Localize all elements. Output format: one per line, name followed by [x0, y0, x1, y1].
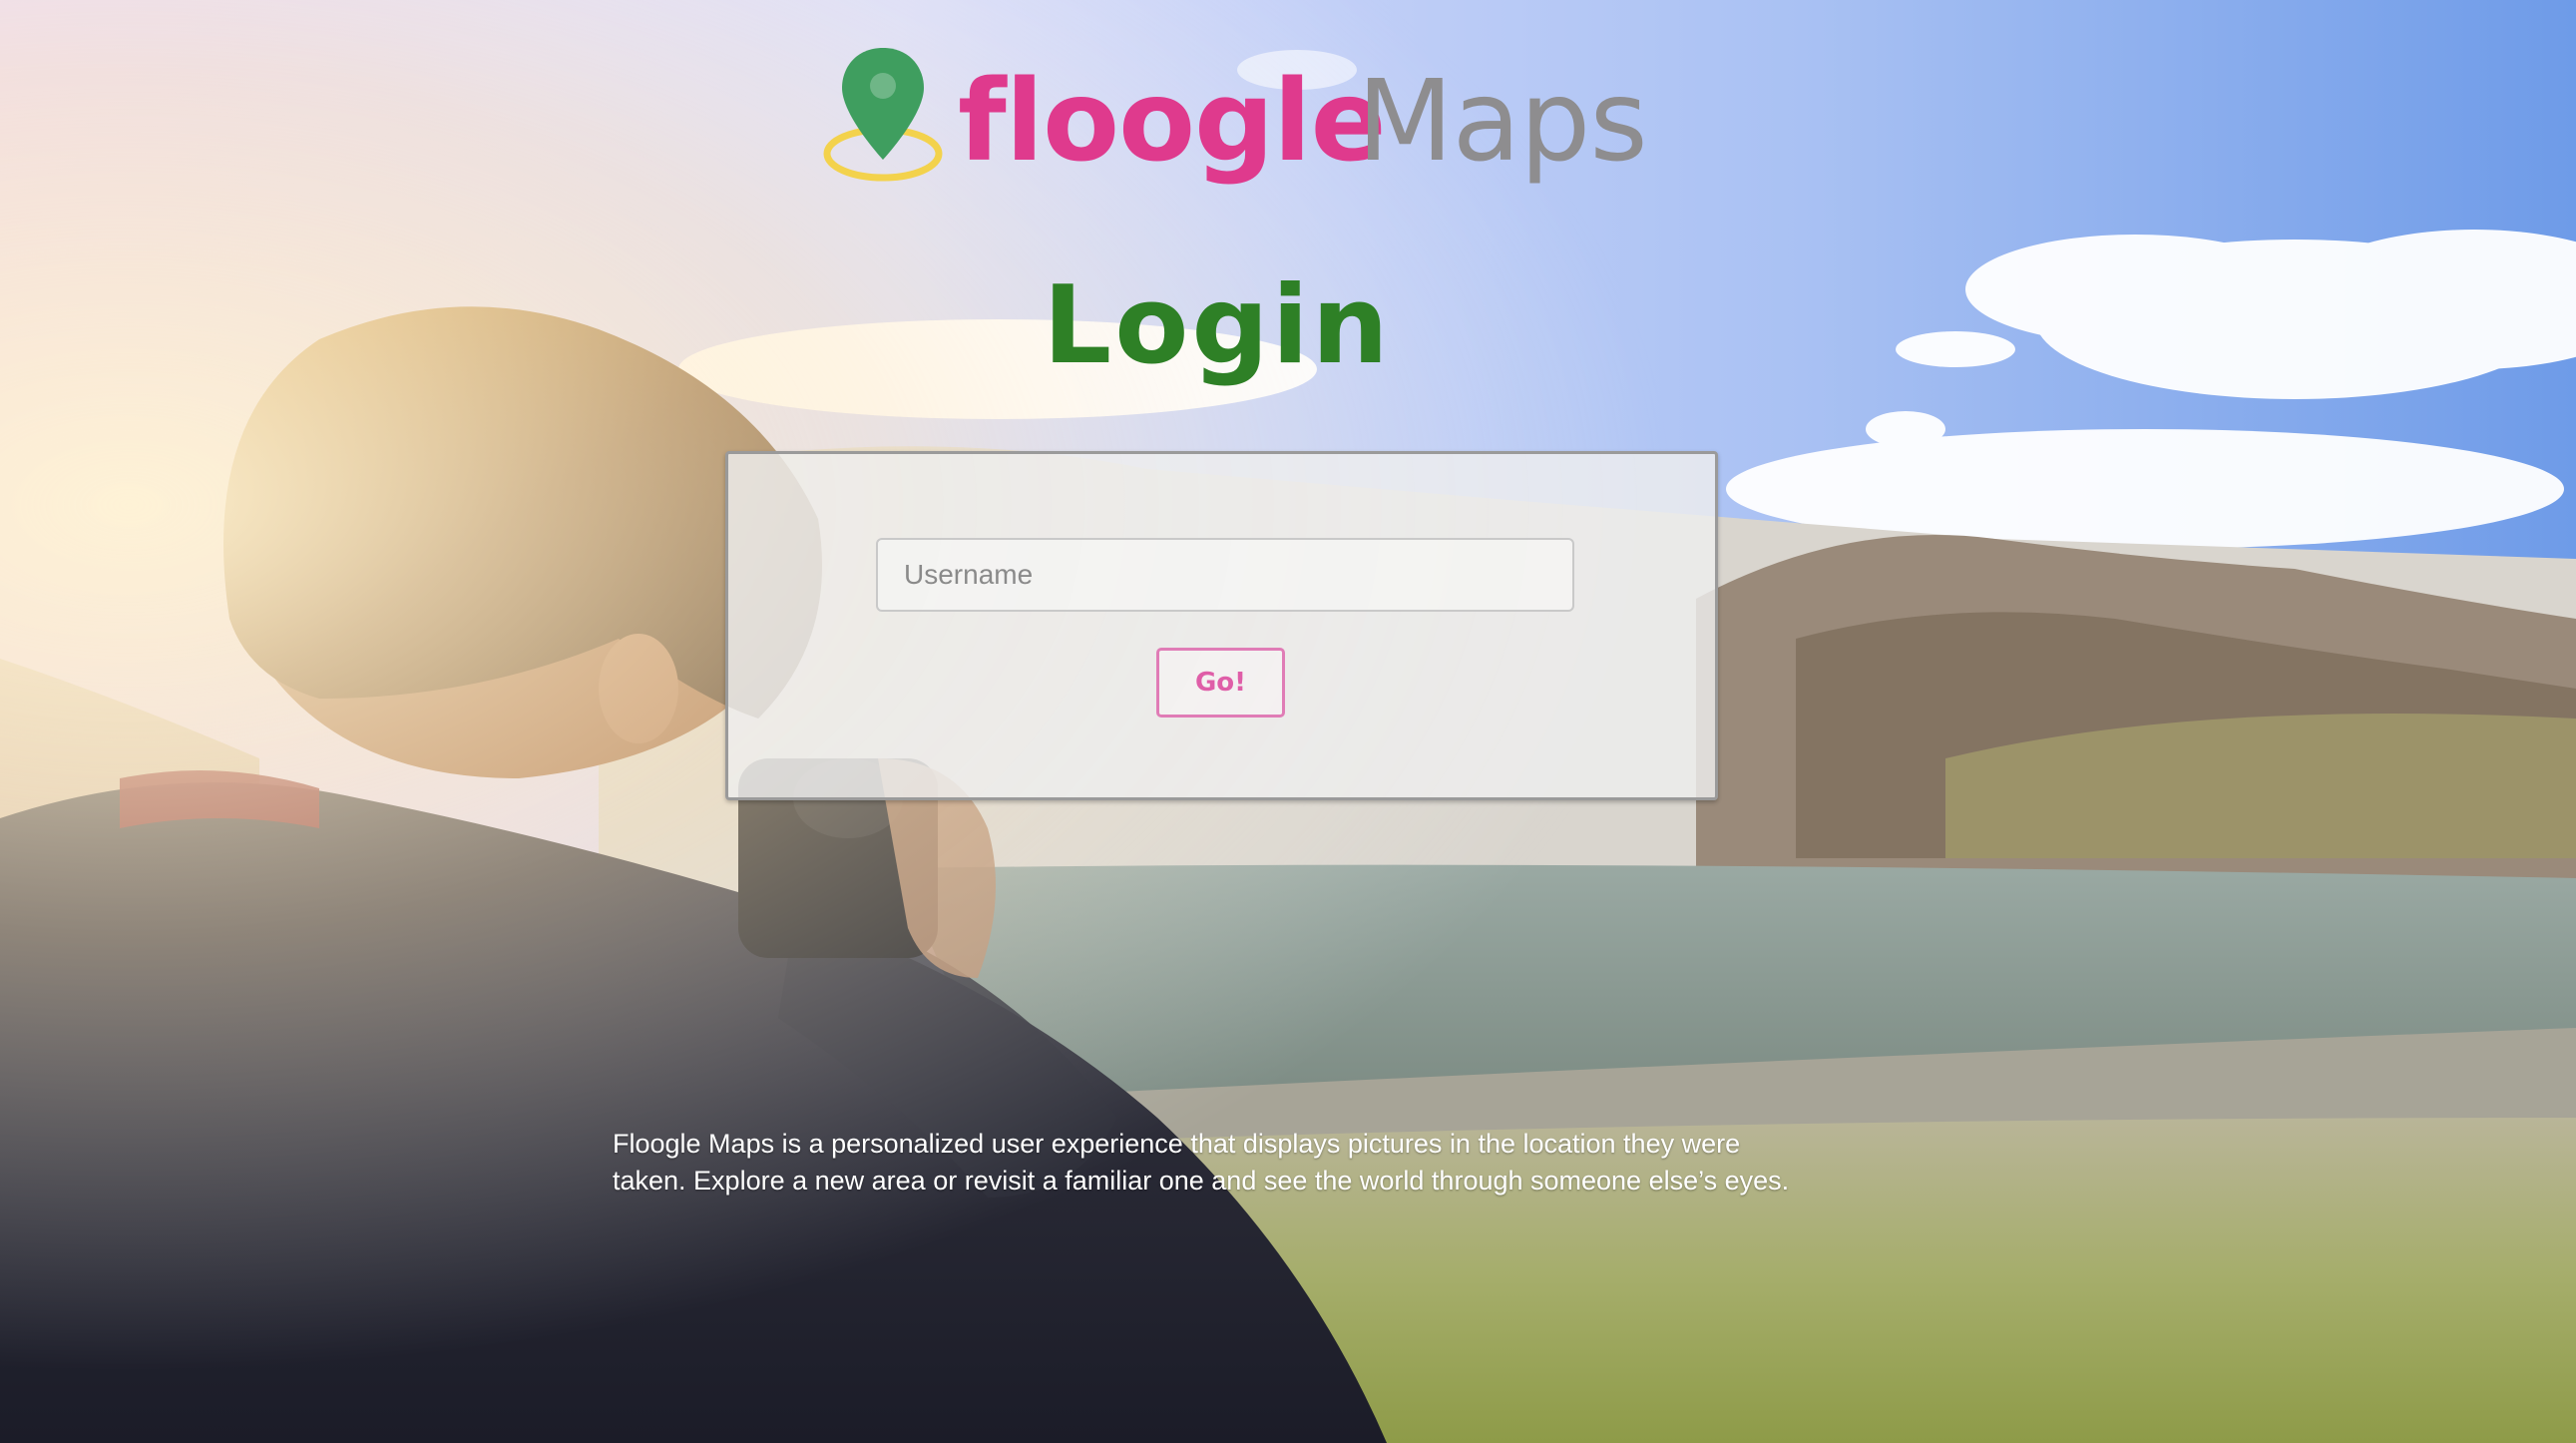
brand-name-floogle: floogle — [958, 57, 1387, 187]
login-form: Go! — [725, 451, 1718, 800]
app-description: Floogle Maps is a personalized user expe… — [613, 1126, 1850, 1200]
description-line-2: taken. Explore a new area or revisit a f… — [613, 1166, 1790, 1196]
page-title: Login — [1043, 263, 1392, 388]
brand-name-maps: Maps — [1357, 57, 1648, 187]
map-pin-icon — [823, 48, 943, 182]
brand-logo: floogle Maps — [818, 42, 1648, 202]
go-button[interactable]: Go! — [1156, 648, 1285, 718]
description-line-1: Floogle Maps is a personalized user expe… — [613, 1129, 1741, 1159]
username-input[interactable] — [876, 538, 1574, 612]
